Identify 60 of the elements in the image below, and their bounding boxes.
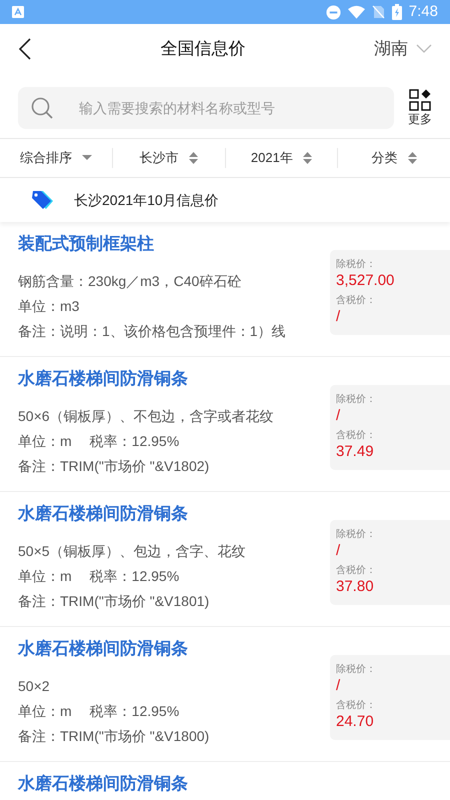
unit-text: 单位：m [18,567,72,586]
region-selector[interactable]: 湖南 [374,36,432,62]
item-title[interactable]: 水磨石楼梯间防滑铜条 [18,637,330,661]
tag-icon [30,190,54,210]
tax-rate-text: 税率：12.95% [90,432,180,451]
spec-text: 50×2 [18,677,51,696]
filter-dropdown[interactable]: 2021年 [250,148,312,168]
filter-dropdown[interactable]: 综合排序 [20,148,92,168]
caret-down-icon [82,155,92,161]
price-value: / [336,307,342,327]
spec-text: 50×5（铜板厚）、包边，含字、花纹 [18,542,247,561]
search-field[interactable]: 输入需要搜索的材料名称或型号 [79,98,381,118]
unit-text: 单位：m [18,702,72,721]
chevron-down-icon [416,44,432,54]
back-icon[interactable] [18,38,32,60]
note-text: 备注：TRIM("市场价 "&V1800) [18,727,210,746]
item-title[interactable]: 水磨石楼梯间防滑铜条 [18,502,330,526]
sort-icon [302,152,312,164]
price-label: 含税价： [336,429,377,442]
more-button[interactable]: 更多 [408,89,432,127]
unit-text: 单位：m [18,432,72,451]
page-title: 全国信息价 [160,38,246,60]
item-title[interactable]: 装配式预制框架柱 [18,232,330,256]
sort-icon [188,152,198,164]
unit-text: 单位：m3 [18,297,80,316]
note-text: 备注：TRIM("市场价 "&V1801) [18,592,210,611]
search-icon [31,97,53,119]
price-value: 37.49 [336,442,375,462]
battery-charging-icon [392,4,402,20]
price-label: 除税价： [336,663,377,676]
do-not-disturb-icon [326,4,341,20]
price-label: 除税价： [336,528,377,541]
price-value: / [336,406,342,426]
tax-rate-text: 税率：12.95% [90,702,180,721]
status-time: 7:48 [408,2,438,22]
spec-text: 钢筋含量：230kg／m3，C40碎石砼 [18,272,242,291]
wifi-icon [348,5,365,19]
app-icon [12,6,24,18]
note-text: 备注：TRIM("市场价 "&V1802) [18,457,210,476]
price-label: 含税价： [336,294,377,307]
price-value: 24.70 [336,712,375,732]
tax-rate-text: 税率：12.95% [90,567,180,586]
price-value: 37.80 [336,577,375,597]
price-label: 除税价： [336,258,377,271]
price-value: / [336,676,342,696]
price-label: 除税价： [336,393,377,406]
item-title[interactable]: 水磨石楼梯间防滑铜条 [18,772,450,796]
filter-dropdown[interactable]: 长沙市 [140,148,198,168]
note-text: 备注：说明：1、该价格包含预埋件：1）线 [18,322,287,341]
price-value: / [336,541,342,561]
price-value: 3,527.00 [336,271,396,291]
banner-text: 长沙2021年10月信息价 [74,190,219,210]
price-label: 含税价： [336,564,377,577]
filter-dropdown[interactable]: 分类 [372,148,417,168]
no-sim-icon [372,5,385,19]
sort-icon [408,152,417,164]
spec-text: 50×6（铜板厚）、不包边，含字或者花纹 [18,407,275,426]
search-bar[interactable]: 输入需要搜索的材料名称或型号 [18,87,394,129]
item-title[interactable]: 水磨石楼梯间防滑铜条 [18,367,330,391]
price-label: 含税价： [336,699,377,712]
